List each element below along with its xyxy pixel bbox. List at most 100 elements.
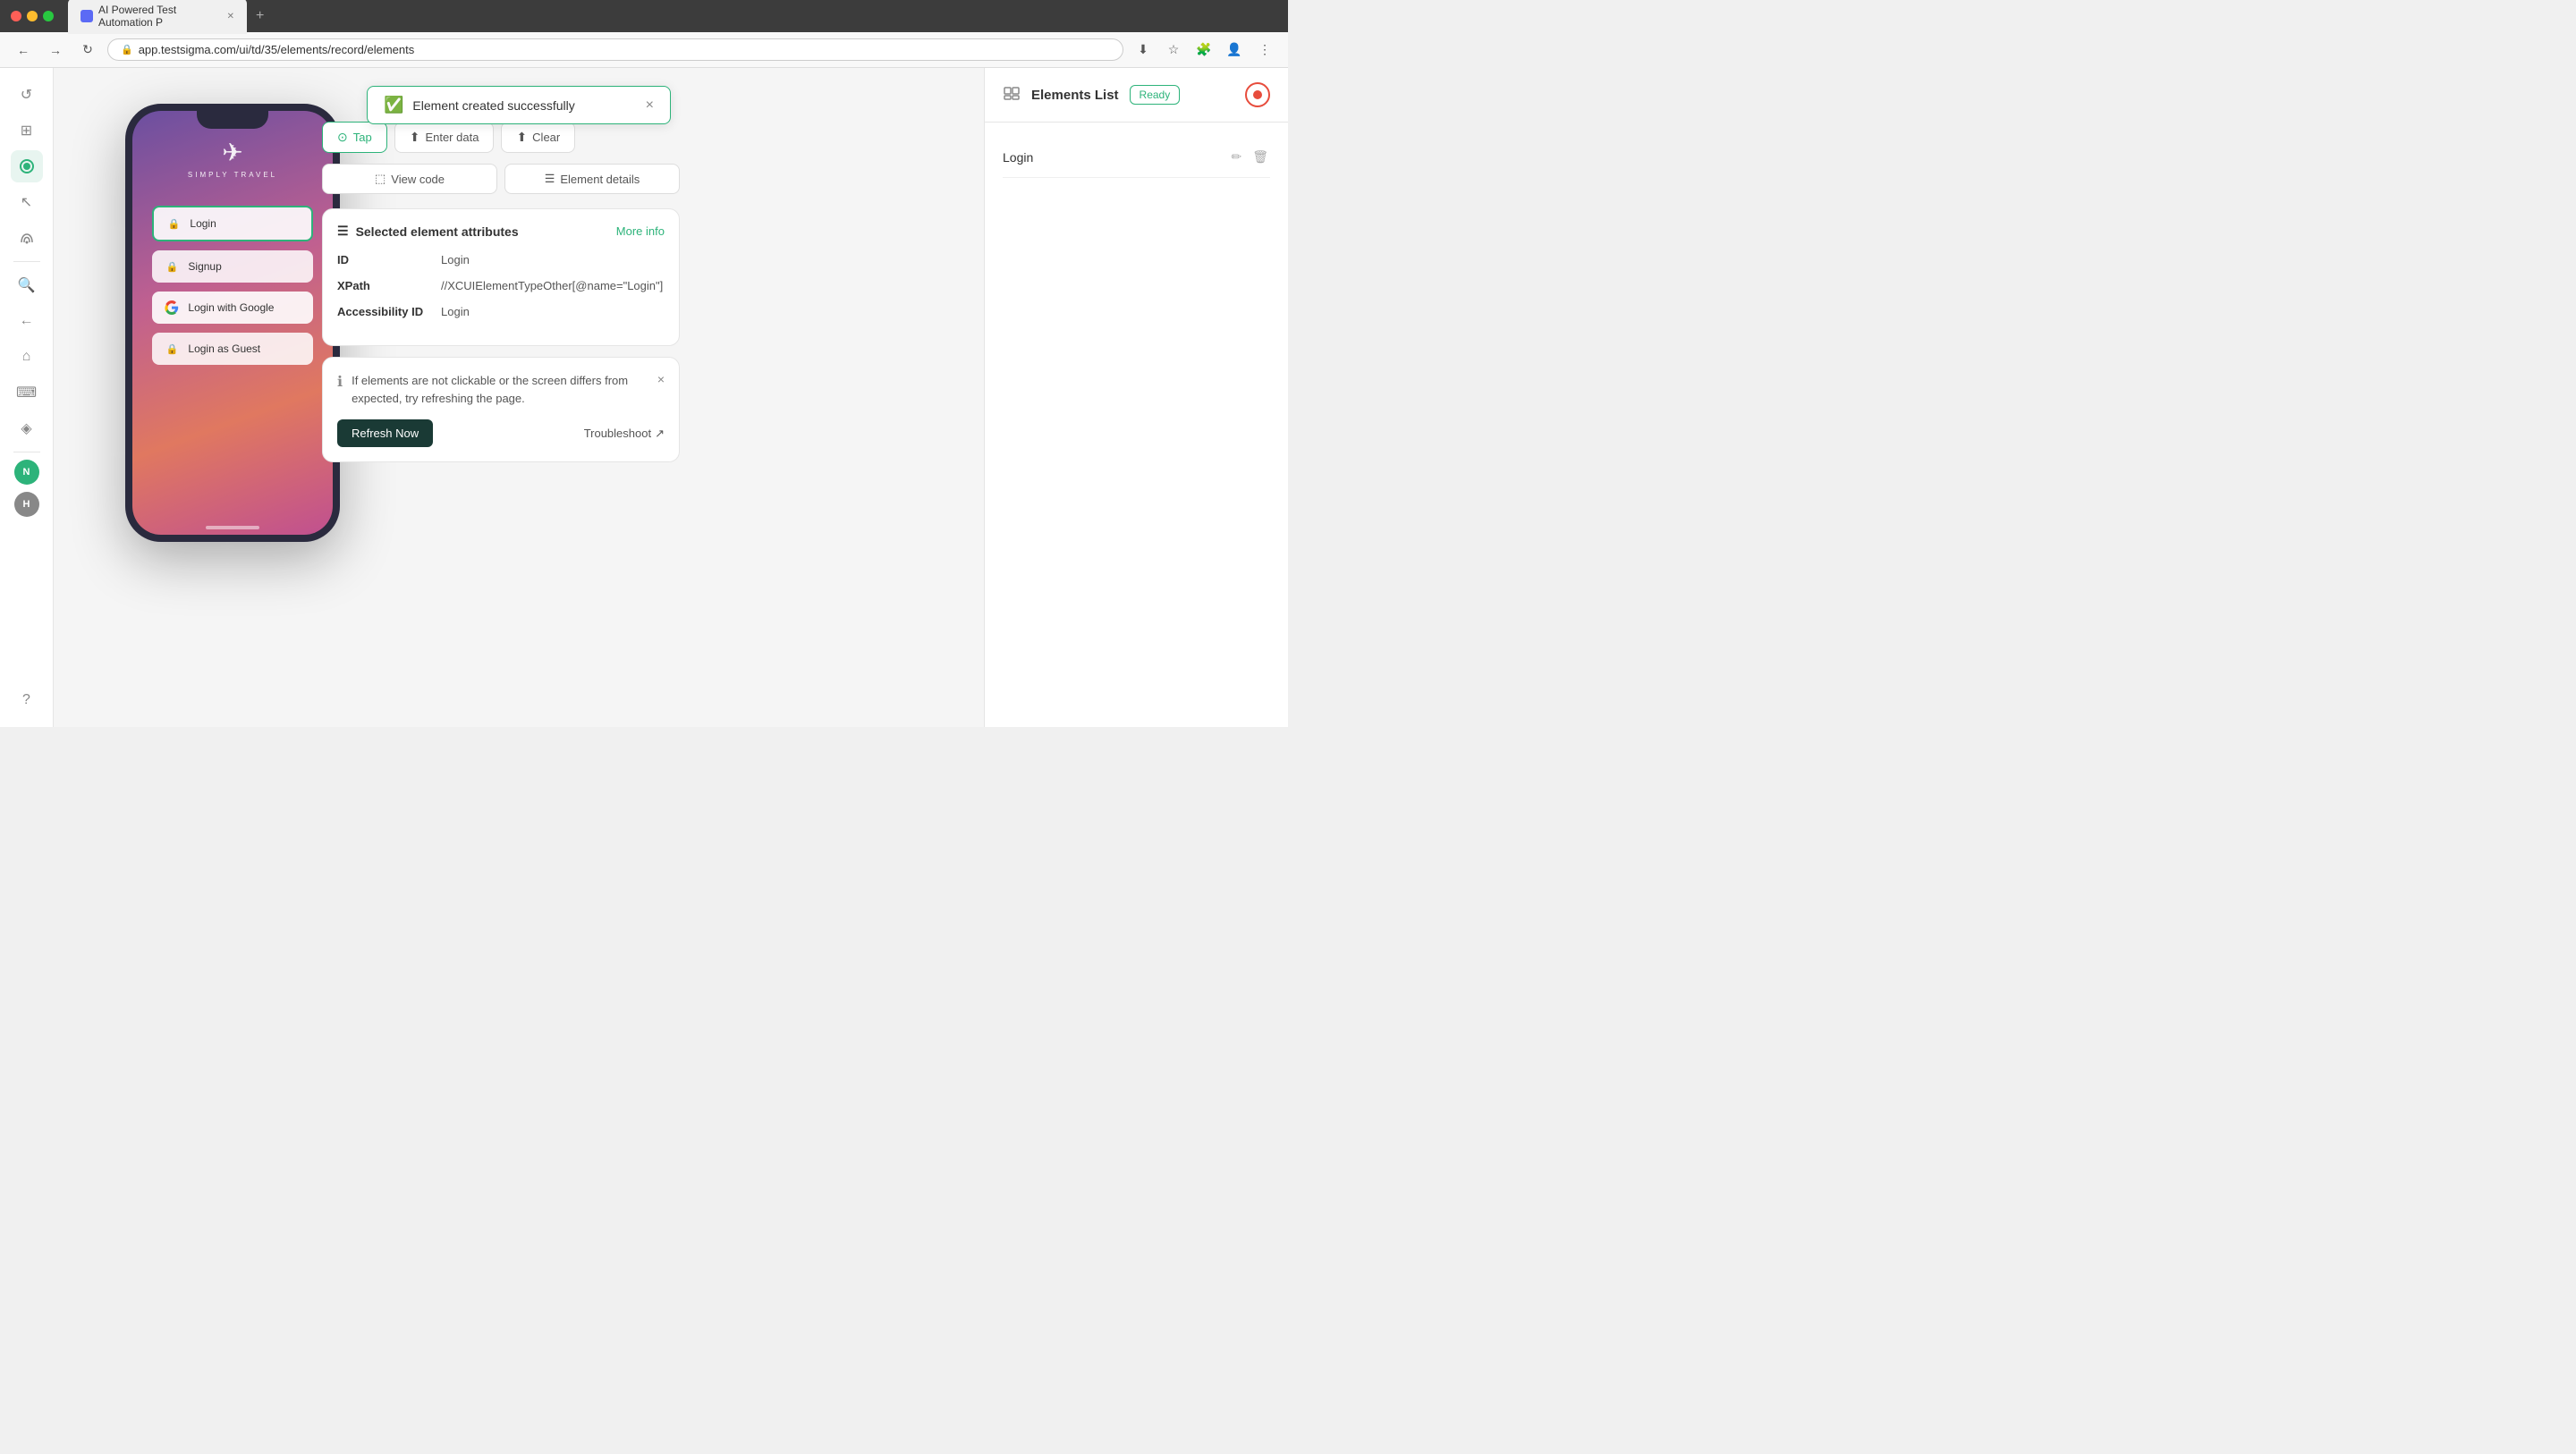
element-list-item: Login ✏ 🗑 xyxy=(1003,137,1270,178)
enter-data-button[interactable]: ⬆ Enter data xyxy=(394,122,495,153)
element-item-name: Login xyxy=(1003,150,1033,165)
id-value: Login xyxy=(441,253,470,266)
attributes-title-text: Selected element attributes xyxy=(356,224,519,239)
phone-guest-button[interactable]: 🔒 Login as Guest xyxy=(152,333,312,365)
sidebar-record-icon[interactable] xyxy=(11,150,43,182)
sidebar-back-icon[interactable]: ← xyxy=(11,305,43,337)
tap-icon: ⊙ xyxy=(337,130,348,145)
enter-data-label: Enter data xyxy=(425,131,479,144)
attribute-accessibility-row: Accessibility ID Login xyxy=(337,305,665,318)
sidebar-home-icon[interactable]: ⌂ xyxy=(11,341,43,373)
extensions-icon[interactable]: 🧩 xyxy=(1191,38,1216,63)
external-link-icon: ↗ xyxy=(655,427,665,441)
notification-close-button[interactable]: × xyxy=(646,97,654,114)
troubleshoot-label: Troubleshoot xyxy=(584,427,651,440)
traffic-lights xyxy=(11,11,54,21)
info-icon: ℹ xyxy=(337,373,343,391)
check-icon: ✅ xyxy=(384,96,403,114)
info-panel: ℹ If elements are not clickable or the s… xyxy=(322,357,680,462)
phone-screen: ✈ SIMPLY TRAVEL 🔒 Login 🔒 Signup xyxy=(132,111,333,535)
download-icon[interactable]: ⬇ xyxy=(1131,38,1156,63)
sidebar-avatar-n[interactable]: N xyxy=(14,460,39,485)
new-tab-button[interactable]: + xyxy=(250,6,269,26)
refresh-now-button[interactable]: Refresh Now xyxy=(337,419,433,447)
element-edit-button[interactable]: ✏ xyxy=(1229,148,1243,166)
signup-label: Signup xyxy=(188,260,221,273)
tab-close-button[interactable]: ✕ xyxy=(227,12,234,21)
address-bar[interactable]: 🔒 app.testsigma.com/ui/td/35/elements/re… xyxy=(107,38,1123,61)
profile-icon[interactable]: 👤 xyxy=(1222,38,1247,63)
info-close-button[interactable]: × xyxy=(657,372,665,386)
phone-google-button[interactable]: Login with Google xyxy=(152,292,312,324)
notification-text: Element created successfully xyxy=(412,98,574,113)
elements-list-body: Login ✏ 🗑 xyxy=(985,123,1288,727)
element-details-button[interactable]: ☰ Element details xyxy=(504,164,680,194)
forward-nav-button[interactable]: → xyxy=(43,38,68,63)
view-code-label: View code xyxy=(391,173,445,186)
menu-icon[interactable]: ⋮ xyxy=(1252,38,1277,63)
sidebar-refresh-icon[interactable]: ↺ xyxy=(11,79,43,111)
refresh-nav-button[interactable]: ↻ xyxy=(75,38,100,63)
clear-label: Clear xyxy=(532,131,560,144)
active-tab[interactable]: AI Powered Test Automation P ✕ xyxy=(68,0,247,34)
url-text: app.testsigma.com/ui/td/35/elements/reco… xyxy=(139,43,415,56)
sidebar-search-icon[interactable]: 🔍 xyxy=(11,269,43,301)
google-icon xyxy=(165,300,179,315)
sidebar-layer-icon[interactable]: ◈ xyxy=(11,412,43,444)
controls-panel: ⊙ Tap ⬆ Enter data ⬆ Clear ⬚ View code xyxy=(322,122,680,462)
details-icon: ☰ xyxy=(545,172,555,186)
record-dot xyxy=(1253,90,1262,99)
lock-icon: 🔒 xyxy=(121,44,133,55)
attributes-header: ☰ Selected element attributes More info xyxy=(337,224,665,239)
element-details-label: Element details xyxy=(560,173,640,186)
info-content: ℹ If elements are not clickable or the s… xyxy=(337,372,665,407)
sidebar-keyboard-icon[interactable]: ⌨ xyxy=(11,376,43,409)
enter-data-icon: ⬆ xyxy=(410,130,420,145)
xpath-value: //XCUIElementTypeOther[@name="Login"] xyxy=(441,279,663,292)
attributes-panel: ☰ Selected element attributes More info … xyxy=(322,208,680,346)
phone-wrapper: ✈ SIMPLY TRAVEL 🔒 Login 🔒 Signup xyxy=(125,104,340,542)
ready-badge: Ready xyxy=(1130,85,1181,105)
id-key: ID xyxy=(337,253,427,266)
attribute-id-row: ID Login xyxy=(337,253,665,266)
clear-button[interactable]: ⬆ Clear xyxy=(501,122,575,153)
elements-list-header: Elements List Ready xyxy=(985,68,1288,123)
accessibility-value: Login xyxy=(441,305,470,318)
phone-buttons: 🔒 Login 🔒 Signup xyxy=(152,206,312,365)
main-layout: ↺ ⊞ ↖ 🔍 ← ⌂ ⌨ ◈ N H ? ✅ xyxy=(0,68,1288,727)
sidebar-cursor-icon[interactable]: ↖ xyxy=(11,186,43,218)
attributes-title: ☰ Selected element attributes xyxy=(337,224,519,239)
record-button[interactable] xyxy=(1245,82,1270,107)
content-area: ✅ Element created successfully × ✈ SIMPL… xyxy=(54,68,984,727)
sidebar-help-icon[interactable]: ? xyxy=(11,684,43,716)
guest-label: Login as Guest xyxy=(188,342,260,355)
tap-button[interactable]: ⊙ Tap xyxy=(322,122,387,153)
more-info-link[interactable]: More info xyxy=(616,224,665,238)
tab-title: AI Powered Test Automation P xyxy=(98,4,218,29)
back-nav-button[interactable]: ← xyxy=(11,38,36,63)
minimize-window-button[interactable] xyxy=(27,11,38,21)
element-delete-button[interactable]: 🗑 xyxy=(1250,148,1270,166)
browser-chrome: AI Powered Test Automation P ✕ + xyxy=(0,0,1288,32)
sidebar-avatar-h[interactable]: H xyxy=(14,492,39,517)
bookmark-icon[interactable]: ☆ xyxy=(1161,38,1186,63)
phone-logo: ✈ SIMPLY TRAVEL xyxy=(188,138,277,179)
troubleshoot-link[interactable]: Troubleshoot ↗ xyxy=(584,427,665,441)
browser-tabs: AI Powered Test Automation P ✕ + xyxy=(68,0,1277,34)
sidebar-grid-icon[interactable]: ⊞ xyxy=(11,114,43,147)
view-code-button[interactable]: ⬚ View code xyxy=(322,164,497,194)
maximize-window-button[interactable] xyxy=(43,11,54,21)
clear-icon: ⬆ xyxy=(516,130,527,145)
elements-list-title: Elements List xyxy=(1031,88,1119,103)
action-buttons: ⊙ Tap ⬆ Enter data ⬆ Clear xyxy=(322,122,680,153)
phone-logo-text: SIMPLY TRAVEL xyxy=(188,171,277,179)
phone-notch xyxy=(197,111,268,129)
lock-icon-small: 🔒 xyxy=(166,216,181,231)
sidebar-signal-icon[interactable] xyxy=(11,222,43,254)
attribute-xpath-row: XPath //XCUIElementTypeOther[@name="Logi… xyxy=(337,279,665,292)
google-label: Login with Google xyxy=(188,301,274,314)
close-window-button[interactable] xyxy=(11,11,21,21)
phone-signup-button[interactable]: 🔒 Signup xyxy=(152,250,312,283)
attributes-icon: ☰ xyxy=(337,224,349,239)
phone-login-button[interactable]: 🔒 Login xyxy=(152,206,312,241)
